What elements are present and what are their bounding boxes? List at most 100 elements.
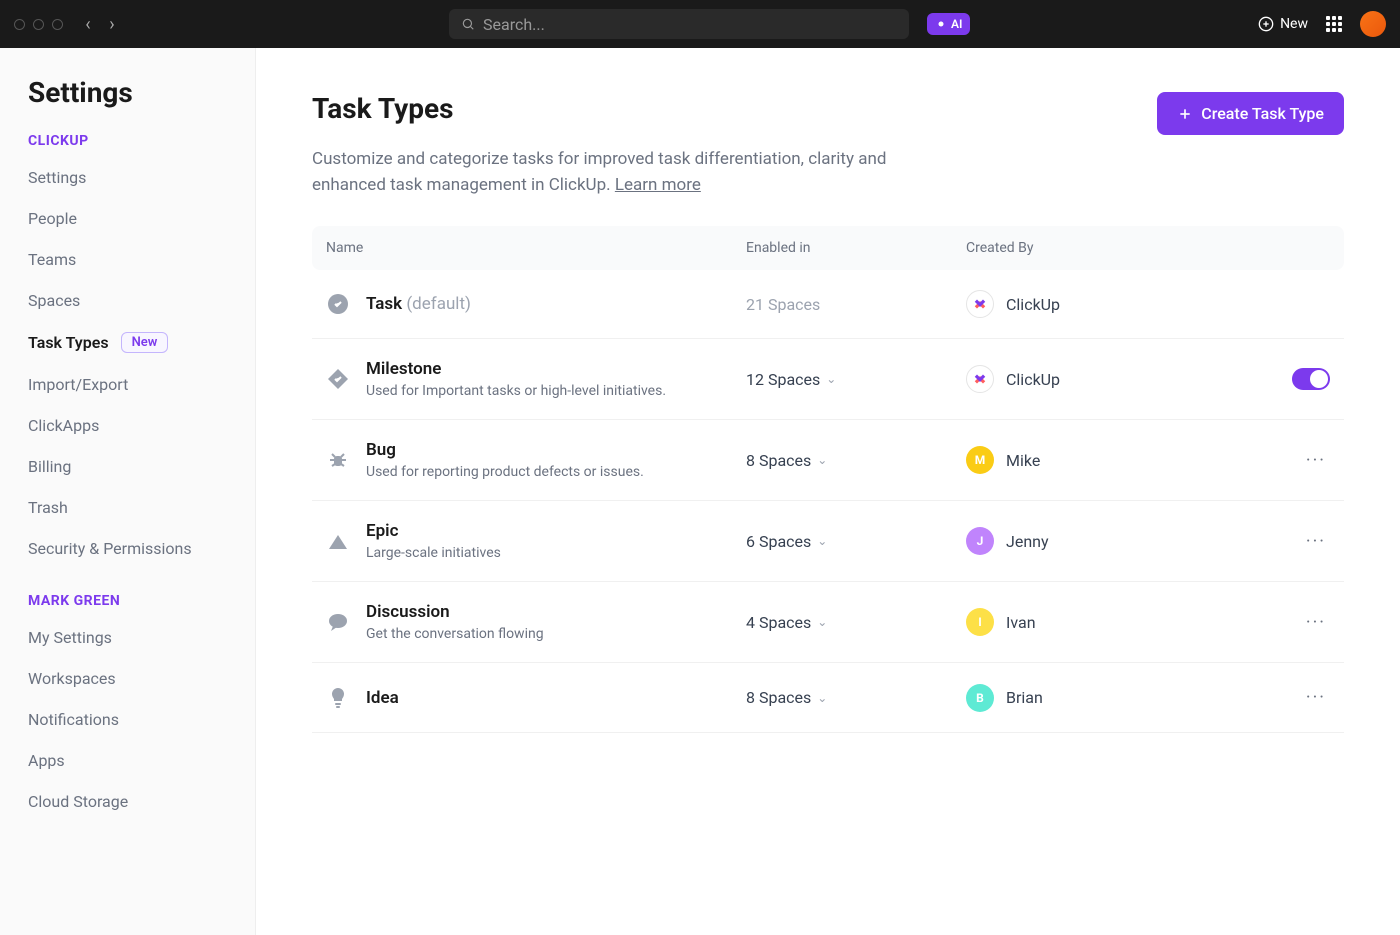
type-description: Used for Important tasks or high-level i… bbox=[366, 383, 666, 399]
creator-name: Brian bbox=[1006, 688, 1043, 707]
table-row[interactable]: Bug Used for reporting product defects o… bbox=[312, 420, 1344, 501]
search-placeholder: Search... bbox=[483, 15, 545, 34]
sidebar-item-label: Teams bbox=[28, 250, 76, 269]
window-minimize-icon[interactable] bbox=[33, 19, 44, 30]
user-avatar[interactable] bbox=[1360, 11, 1386, 37]
back-button[interactable]: ‹ bbox=[79, 15, 97, 33]
sidebar-item-billing[interactable]: Billing bbox=[0, 446, 255, 487]
enabled-value[interactable]: 4 Spaces⌄ bbox=[746, 613, 966, 632]
table-row[interactable]: Idea 8 Spaces⌄BBrian··· bbox=[312, 663, 1344, 733]
type-description: Get the conversation flowing bbox=[366, 626, 544, 642]
enable-toggle[interactable] bbox=[1292, 368, 1330, 390]
creator-avatar: I bbox=[966, 608, 994, 636]
sidebar-item-import-export[interactable]: Import/Export bbox=[0, 364, 255, 405]
create-task-type-button[interactable]: Create Task Type bbox=[1157, 92, 1344, 135]
column-name: Name bbox=[326, 240, 746, 256]
sidebar-item-label: My Settings bbox=[28, 628, 112, 647]
sidebar-item-label: Security & Permissions bbox=[28, 539, 192, 558]
sidebar-item-label: Task Types bbox=[28, 333, 109, 352]
more-button[interactable]: ··· bbox=[1302, 527, 1330, 556]
sidebar-title: Settings bbox=[0, 76, 255, 133]
sidebar-item-label: Workspaces bbox=[28, 669, 116, 688]
sidebar-item-cloud-storage[interactable]: Cloud Storage bbox=[0, 781, 255, 822]
chevron-down-icon: ⌄ bbox=[817, 534, 827, 548]
sidebar-item-apps[interactable]: Apps bbox=[0, 740, 255, 781]
creator-name: Ivan bbox=[1006, 613, 1036, 632]
topbar: ‹ › Search... AI New bbox=[0, 0, 1400, 48]
epic-icon bbox=[326, 529, 350, 553]
sidebar-item-label: Import/Export bbox=[28, 375, 128, 394]
sidebar-item-workspaces[interactable]: Workspaces bbox=[0, 658, 255, 699]
learn-more-link[interactable]: Learn more bbox=[615, 175, 701, 195]
creator-avatar bbox=[966, 290, 994, 318]
sidebar-item-label: Apps bbox=[28, 751, 65, 770]
more-button[interactable]: ··· bbox=[1302, 446, 1330, 475]
milestone-icon bbox=[326, 367, 350, 391]
enabled-value[interactable]: 8 Spaces⌄ bbox=[746, 688, 966, 707]
table-header: Name Enabled in Created By bbox=[312, 226, 1344, 270]
table-row[interactable]: Task (default) 21 Spaces ClickUp bbox=[312, 270, 1344, 339]
sidebar-item-label: Notifications bbox=[28, 710, 119, 729]
sidebar-item-security-permissions[interactable]: Security & Permissions bbox=[0, 528, 255, 569]
page-description: Customize and categorize tasks for impro… bbox=[312, 147, 932, 198]
creator: BBrian bbox=[966, 684, 1270, 712]
creator: ClickUp bbox=[966, 290, 1270, 318]
creator: M Mike bbox=[966, 446, 1270, 474]
sidebar-item-label: Trash bbox=[28, 498, 68, 517]
enabled-value[interactable]: 12 Spaces⌄ bbox=[746, 370, 966, 389]
creator-name: ClickUp bbox=[1006, 370, 1060, 389]
sidebar-item-settings[interactable]: Settings bbox=[0, 157, 255, 198]
sidebar-item-teams[interactable]: Teams bbox=[0, 239, 255, 280]
sparkle-icon bbox=[935, 18, 947, 30]
sidebar-item-label: People bbox=[28, 209, 77, 228]
creator-avatar: M bbox=[966, 446, 994, 474]
section-label-user: MARK GREEN bbox=[0, 593, 255, 617]
sidebar-item-clickapps[interactable]: ClickApps bbox=[0, 405, 255, 446]
new-button[interactable]: New bbox=[1258, 16, 1308, 32]
type-name: Bug bbox=[366, 440, 644, 460]
sidebar-item-label: Spaces bbox=[28, 291, 80, 310]
sidebar-item-people[interactable]: People bbox=[0, 198, 255, 239]
creator: I Ivan bbox=[966, 608, 1270, 636]
sidebar-item-spaces[interactable]: Spaces bbox=[0, 280, 255, 321]
sidebar-item-label: Cloud Storage bbox=[28, 792, 128, 811]
sidebar-item-my-settings[interactable]: My Settings bbox=[0, 617, 255, 658]
window-controls bbox=[14, 19, 63, 30]
more-button[interactable]: ··· bbox=[1302, 608, 1330, 637]
type-name: Epic bbox=[366, 521, 501, 541]
discussion-icon bbox=[326, 610, 350, 634]
sidebar-item-task-types[interactable]: Task Types New bbox=[0, 321, 255, 364]
window-maximize-icon[interactable] bbox=[52, 19, 63, 30]
sidebar-item-trash[interactable]: Trash bbox=[0, 487, 255, 528]
forward-button[interactable]: › bbox=[103, 15, 121, 33]
type-name: Discussion bbox=[366, 602, 544, 622]
plus-circle-icon bbox=[1258, 16, 1274, 32]
creator-name: ClickUp bbox=[1006, 295, 1060, 314]
sidebar-item-label: ClickApps bbox=[28, 416, 99, 435]
search-input[interactable]: Search... bbox=[449, 9, 909, 39]
ai-button[interactable]: AI bbox=[927, 13, 970, 35]
new-badge: New bbox=[121, 332, 169, 353]
more-button[interactable]: ··· bbox=[1302, 683, 1330, 712]
bug-icon bbox=[326, 448, 350, 472]
enabled-value: 21 Spaces bbox=[746, 295, 966, 314]
type-name: Task (default) bbox=[366, 294, 471, 314]
table-row[interactable]: Milestone Used for Important tasks or hi… bbox=[312, 339, 1344, 420]
type-description: Large-scale initiatives bbox=[366, 545, 501, 561]
apps-grid-icon[interactable] bbox=[1326, 16, 1342, 32]
sidebar-item-notifications[interactable]: Notifications bbox=[0, 699, 255, 740]
page-title: Task Types bbox=[312, 92, 453, 125]
enabled-value[interactable]: 8 Spaces⌄ bbox=[746, 451, 966, 470]
table-row[interactable]: Discussion Get the conversation flowing 4… bbox=[312, 582, 1344, 663]
sidebar: Settings CLICKUP SettingsPeopleTeamsSpac… bbox=[0, 48, 256, 935]
plus-icon bbox=[1177, 106, 1193, 122]
creator: JJenny bbox=[966, 527, 1270, 555]
table-row[interactable]: Epic Large-scale initiatives 6 Spaces⌄JJe… bbox=[312, 501, 1344, 582]
task-types-table: Name Enabled in Created By Task (default… bbox=[312, 226, 1344, 733]
window-close-icon[interactable] bbox=[14, 19, 25, 30]
main-content: Task Types Create Task Type Customize an… bbox=[256, 48, 1400, 935]
column-enabled: Enabled in bbox=[746, 240, 966, 256]
creator-avatar: J bbox=[966, 527, 994, 555]
enabled-value[interactable]: 6 Spaces⌄ bbox=[746, 532, 966, 551]
creator-name: Mike bbox=[1006, 451, 1040, 470]
